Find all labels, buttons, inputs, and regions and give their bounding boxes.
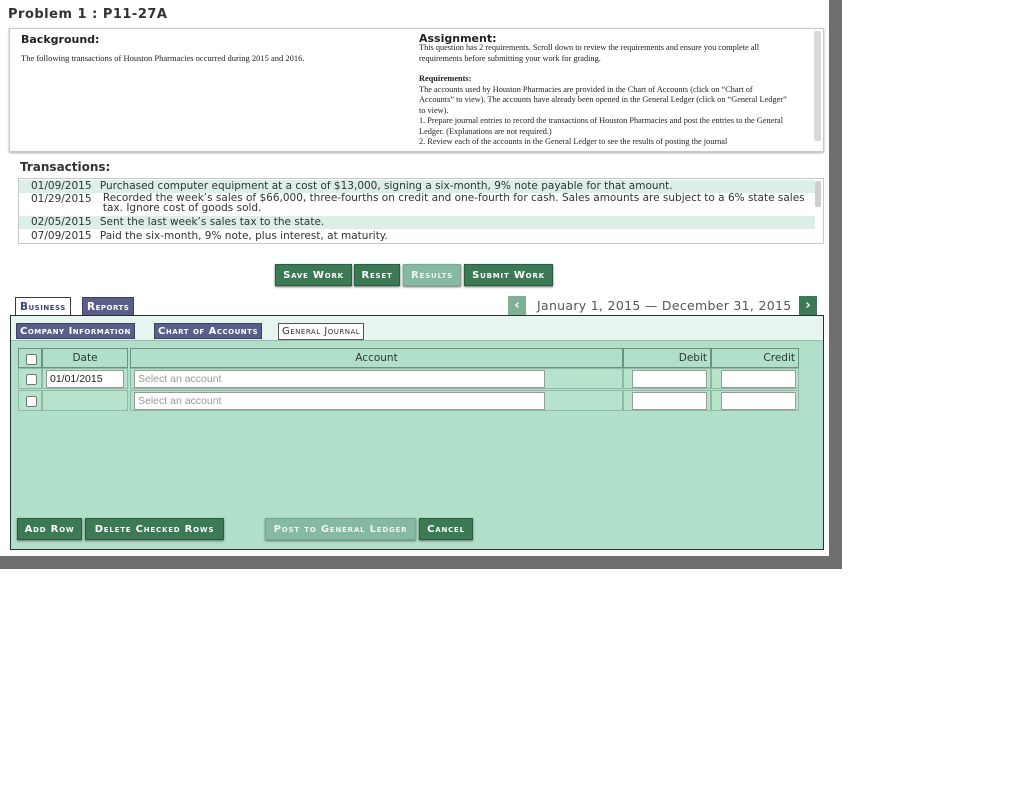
background-heading: Background: bbox=[21, 33, 100, 46]
transaction-date: 01/09/2015 bbox=[31, 180, 92, 192]
account-select[interactable]: Select an account bbox=[134, 370, 545, 388]
row-checkbox[interactable] bbox=[26, 396, 37, 407]
debit-cell bbox=[623, 390, 711, 411]
transactions-heading: Transactions: bbox=[20, 160, 111, 174]
select-all-checkbox[interactable] bbox=[26, 354, 37, 365]
requirements-heading: Requirements: bbox=[419, 74, 472, 83]
reset-button[interactable]: Reset bbox=[354, 264, 400, 286]
add-row-button[interactable]: Add Row bbox=[17, 518, 82, 540]
requirements-block: Requirements: The accounts used by Houst… bbox=[419, 74, 787, 148]
tab-general-journal[interactable]: General Journal bbox=[278, 323, 365, 340]
transaction-date: 02/05/2015 bbox=[31, 216, 92, 228]
chevron-right-icon[interactable]: › bbox=[799, 296, 817, 315]
account-select[interactable]: Select an account bbox=[134, 392, 545, 410]
tab-company-information[interactable]: Company Information bbox=[16, 323, 135, 339]
table-row bbox=[18, 390, 42, 411]
tab-reports[interactable]: Reports bbox=[82, 297, 135, 317]
date-navigator: ‹ January 1, 2015 — December 31, 2015 › bbox=[508, 296, 818, 315]
debit-input[interactable] bbox=[632, 392, 707, 410]
sub-tab-bar: Company Information Chart of Accounts Ge… bbox=[11, 316, 823, 341]
header-date: Date bbox=[42, 348, 128, 368]
transaction-row: 07/09/2015 Paid the six-month, 9% note, … bbox=[19, 230, 815, 243]
credit-input[interactable] bbox=[721, 370, 796, 388]
transaction-desc: Paid the six-month, 9% note, plus intere… bbox=[99, 230, 388, 242]
assignment-intro: This question has 2 requirements. Scroll… bbox=[419, 43, 760, 63]
credit-cell bbox=[711, 390, 799, 411]
header-account: Account bbox=[130, 348, 623, 368]
requirements-text: The accounts used by Houston Pharmacies … bbox=[419, 84, 787, 115]
debit-cell bbox=[623, 368, 711, 389]
problem-title: Problem 1 : P11-27A bbox=[8, 7, 168, 22]
tab-business[interactable]: Business bbox=[15, 297, 71, 316]
background-text: The following transactions of Houston Ph… bbox=[21, 53, 305, 63]
date-cell: 01/01/2015 bbox=[42, 368, 128, 389]
save-work-button[interactable]: Save Work bbox=[275, 264, 352, 286]
account-cell: Select an account bbox=[130, 368, 623, 389]
transaction-row: 01/29/2015 Recorded the week’s sales of … bbox=[19, 193, 815, 215]
transactions-list: 01/09/2015 Purchased computer equipment … bbox=[18, 178, 824, 244]
transaction-desc: Recorded the week’s sales of $66,000, th… bbox=[102, 192, 805, 214]
requirement-2: 2. Review each of the accounts in the Ge… bbox=[419, 137, 728, 146]
info-scrollbar[interactable] bbox=[814, 31, 821, 141]
cancel-button[interactable]: Cancel bbox=[419, 518, 473, 540]
table-row bbox=[18, 368, 42, 389]
account-cell: Select an account bbox=[130, 390, 623, 411]
delete-checked-rows-button[interactable]: Delete Checked Rows bbox=[85, 518, 224, 540]
transaction-desc: Purchased computer equipment at a cost o… bbox=[99, 180, 673, 192]
header-debit: Debit bbox=[623, 348, 711, 368]
row-checkbox[interactable] bbox=[26, 374, 37, 385]
journal-grid: Date Account Debit Credit 01/01/2015 Sel… bbox=[18, 348, 799, 411]
transaction-row: 02/05/2015 Sent the last week’s sales ta… bbox=[19, 216, 815, 229]
debit-input[interactable] bbox=[632, 370, 707, 388]
transaction-date: 01/29/2015 bbox=[31, 193, 92, 205]
header-select-all bbox=[18, 348, 42, 368]
transaction-date: 07/09/2015 bbox=[31, 230, 92, 242]
requirement-1: 1. Prepare journal entries to record the… bbox=[419, 116, 784, 136]
date-cell bbox=[42, 390, 128, 411]
chevron-left-icon[interactable]: ‹ bbox=[508, 296, 526, 315]
assignment-text: This question has 2 requirements. Scroll… bbox=[419, 43, 787, 148]
credit-cell bbox=[711, 368, 799, 389]
date-input[interactable]: 01/01/2015 bbox=[46, 370, 124, 388]
info-panel: Background: The following transactions o… bbox=[9, 28, 824, 152]
post-to-general-ledger-button[interactable]: Post to General Ledger bbox=[265, 518, 416, 540]
results-button[interactable]: Results bbox=[403, 264, 461, 286]
credit-input[interactable] bbox=[721, 392, 796, 410]
submit-work-button[interactable]: Submit Work bbox=[464, 264, 553, 286]
problem-page: Problem 1 : P11-27A Background: The foll… bbox=[0, 0, 829, 556]
transactions-scrollbar[interactable] bbox=[815, 181, 821, 207]
transaction-desc: Sent the last week’s sales tax to the st… bbox=[99, 216, 325, 228]
tab-chart-of-accounts[interactable]: Chart of Accounts bbox=[154, 323, 262, 339]
header-credit: Credit bbox=[711, 348, 799, 368]
date-range-label: January 1, 2015 — December 31, 2015 bbox=[537, 298, 792, 313]
journal-panel: Company Information Chart of Accounts Ge… bbox=[10, 315, 824, 550]
